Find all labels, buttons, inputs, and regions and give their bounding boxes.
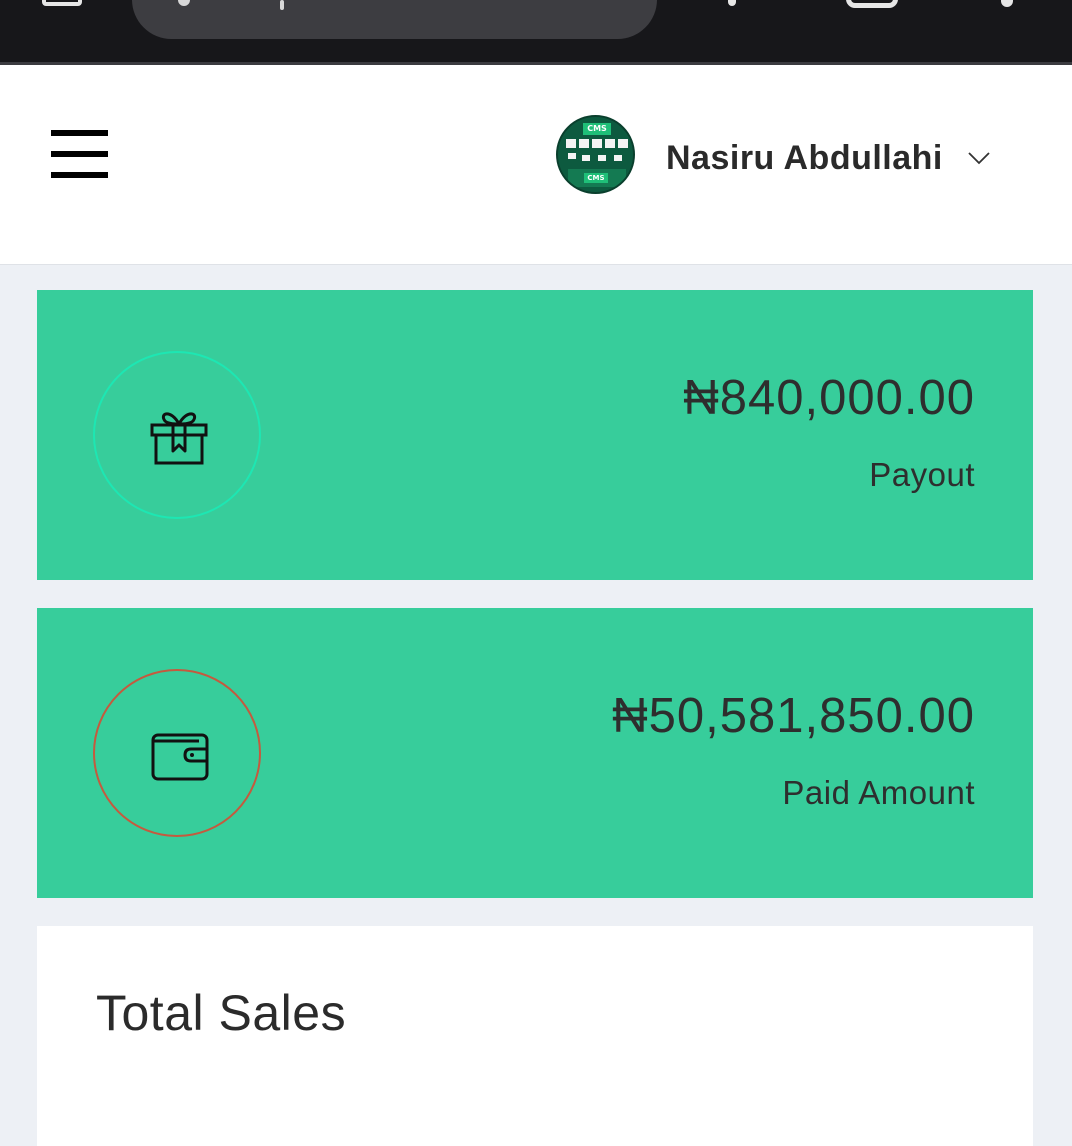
- payout-icon-ring: [93, 351, 261, 519]
- wallet-icon: [151, 733, 209, 781]
- paid-amount-icon-ring: [93, 669, 261, 837]
- avatar[interactable]: CMS CMS: [556, 115, 635, 194]
- user-name[interactable]: Nasiru Abdullahi: [666, 139, 943, 178]
- payout-label: Payout: [869, 456, 975, 493]
- menu-icon[interactable]: [51, 130, 108, 178]
- total-sales-panel: Total Sales: [37, 926, 1033, 1146]
- payout-amount: ₦840,000.00: [683, 371, 975, 425]
- search-icon: [178, 0, 190, 6]
- tabs-icon[interactable]: [846, 0, 898, 8]
- total-sales-title: Total Sales: [96, 985, 347, 1041]
- text-cursor: [280, 0, 284, 10]
- paid-amount-card: ₦50,581,850.00 Paid Amount: [37, 608, 1033, 898]
- gift-icon: [150, 412, 208, 465]
- more-options-icon[interactable]: [1001, 0, 1013, 7]
- home-icon[interactable]: [42, 0, 82, 6]
- paid-amount-value: ₦50,581,850.00: [612, 689, 975, 743]
- chevron-down-icon[interactable]: [968, 151, 990, 165]
- address-bar[interactable]: [132, 0, 657, 39]
- app-header: CMS CMS Nasiru Abdullahi: [0, 65, 1072, 265]
- avatar-logo: CMS: [583, 123, 611, 135]
- paid-amount-label: Paid Amount: [782, 774, 975, 811]
- payout-card: ₦840,000.00 Payout: [37, 290, 1033, 580]
- browser-toolbar: [0, 0, 1072, 65]
- microphone-icon[interactable]: [728, 0, 736, 6]
